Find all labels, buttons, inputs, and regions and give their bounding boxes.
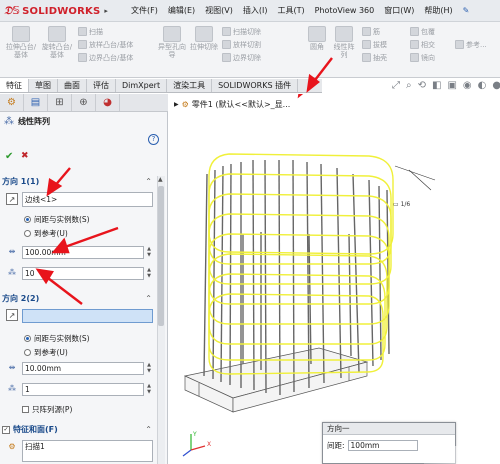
popup-value-input[interactable]: 100mm xyxy=(347,440,418,451)
popup-label: 间距: xyxy=(327,441,345,450)
popup-title: 方向一 xyxy=(323,423,455,435)
watermark-fade xyxy=(424,446,500,464)
tutorial-arrows xyxy=(35,57,333,305)
